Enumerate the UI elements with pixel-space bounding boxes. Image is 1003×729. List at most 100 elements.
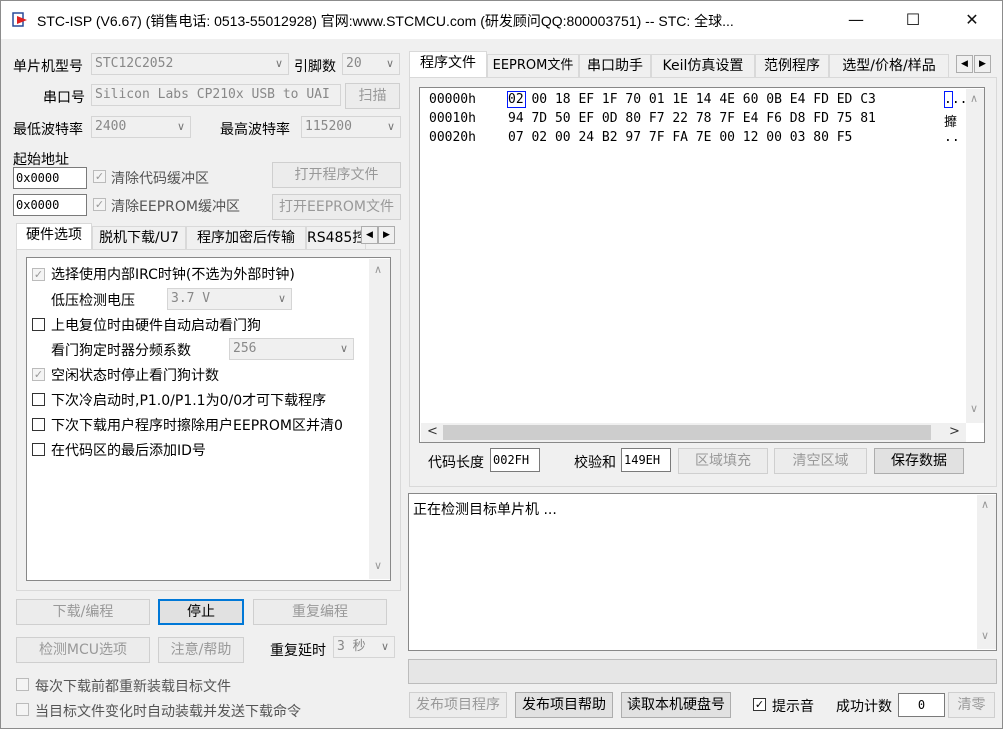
open-program-button[interactable]: 打开程序文件 — [272, 162, 401, 188]
download-button[interactable]: 下载/编程 — [16, 599, 150, 625]
repeat-delay-select[interactable]: 3 秒 ∨ — [333, 636, 395, 658]
min-baud-select[interactable]: 2400 ∨ — [91, 116, 191, 138]
help-button[interactable]: 注意/帮助 — [158, 637, 244, 663]
hex-addr: 00010h — [429, 111, 476, 126]
detect-mcu-button[interactable]: 检测MCU选项 — [16, 637, 150, 663]
tab-left-arrow-icon[interactable]: ◀ — [956, 55, 973, 73]
wdt-power-checkbox[interactable] — [32, 318, 45, 331]
port-select[interactable]: Silicon Labs CP210x USB to UAI — [91, 84, 341, 106]
success-count-value: 0 — [898, 693, 945, 717]
hex-hscrollbar[interactable]: < > — [421, 423, 966, 442]
clear-eeprom-label: 清除EEPROM缓冲区 — [111, 199, 240, 215]
tab-encrypt[interactable]: 程序加密后传输 — [186, 226, 306, 250]
fill-region-button[interactable]: 区域填充 — [678, 448, 768, 474]
hscroll-thumb[interactable] — [443, 425, 931, 440]
hex-vscrollbar[interactable]: ∧ ∨ — [966, 89, 984, 423]
tab-program-file[interactable]: 程序文件 — [409, 51, 487, 78]
tab-keil-settings[interactable]: Keil仿真设置 — [651, 54, 755, 78]
wdt-idle-checkbox[interactable]: ✓ — [32, 368, 45, 381]
scan-button[interactable]: 扫描 — [345, 83, 400, 109]
wdt-idle-option: 空闲状态时停止看门狗计数 — [51, 368, 219, 384]
success-count-label: 成功计数 — [836, 699, 892, 715]
close-button[interactable]: ✕ — [949, 1, 995, 39]
erase-eeprom-option: 下次下载用户程序时擦除用户EEPROM区并清0 — [51, 418, 343, 434]
clear-eeprom-checkbox[interactable]: ✓ — [93, 198, 106, 211]
repeat-delay-label: 重复延时 — [270, 643, 326, 659]
open-eeprom-button[interactable]: 打开EEPROM文件 — [272, 194, 401, 220]
pins-select[interactable]: 20 ∨ — [342, 53, 400, 75]
options-scrollbar[interactable]: ∧ ∨ — [369, 259, 390, 579]
app-icon — [12, 12, 27, 27]
pins-label: 引脚数 — [294, 59, 336, 75]
clear-region-button[interactable]: 清空区域 — [774, 448, 867, 474]
save-data-button[interactable]: 保存数据 — [874, 448, 964, 474]
hex-addr: 00000h — [429, 92, 476, 107]
reload-label: 每次下载前都重新装载目标文件 — [35, 679, 231, 695]
tab-right-arrow-icon[interactable]: ▶ — [974, 55, 991, 73]
scroll-down-icon: ∨ — [374, 559, 383, 572]
tab-right-arrow-icon[interactable]: ▶ — [378, 226, 395, 244]
tab-serial-assistant[interactable]: 串口助手 — [579, 54, 651, 78]
max-baud-label: 最高波特率 — [220, 122, 290, 138]
tab-examples[interactable]: 范例程序 — [755, 54, 829, 78]
chevron-down-icon: ∨ — [386, 120, 395, 133]
irc-checkbox[interactable]: ✓ — [32, 268, 45, 281]
right-tab-bar: 程序文件 EEPROM文件 串口助手 Keil仿真设置 范例程序 选型/价格/样… — [409, 51, 996, 78]
code-addr-input[interactable]: 0x0000 — [13, 167, 87, 189]
max-baud-select[interactable]: 115200 ∨ — [301, 116, 401, 138]
clear-code-label: 清除代码缓冲区 — [111, 171, 209, 187]
read-disk-button[interactable]: 读取本机硬盘号 — [621, 692, 731, 718]
add-id-option: 在代码区的最后添加ID号 — [51, 443, 206, 459]
reload-checkbox[interactable] — [16, 678, 29, 691]
auto-send-label: 当目标文件变化时自动装载并发送下载命令 — [35, 704, 301, 720]
mcu-type-label: 单片机型号 — [13, 59, 83, 75]
eeprom-addr-input[interactable]: 0x0000 — [13, 194, 87, 216]
hex-bytes: 02 00 18 EF 1F 70 01 1E 14 4E 60 0B E4 F… — [508, 92, 876, 107]
tab-left-arrow-icon[interactable]: ◀ — [361, 226, 378, 244]
tab-selection[interactable]: 选型/价格/样品 — [829, 54, 949, 78]
scroll-left-icon: < — [427, 424, 438, 439]
chevron-down-icon: ∨ — [176, 120, 185, 133]
hex-bytes: 07 02 00 24 B2 97 7F FA 7E 00 12 00 03 8… — [508, 130, 853, 145]
sound-checkbox[interactable]: ✓ — [753, 698, 766, 711]
auto-send-checkbox[interactable] — [16, 703, 29, 716]
add-id-checkbox[interactable] — [32, 443, 45, 456]
hex-ascii: .. — [944, 130, 960, 145]
hex-view[interactable]: 00000h 02 00 18 EF 1F 70 01 1E 14 4E 60 … — [419, 87, 985, 443]
tab-eeprom-file[interactable]: EEPROM文件 — [487, 54, 579, 78]
cold-boot-option: 下次冷启动时,P1.0/P1.1为0/0才可下载程序 — [51, 393, 327, 409]
clear-code-checkbox[interactable]: ✓ — [93, 170, 106, 183]
code-length-label: 代码长度 — [428, 455, 484, 471]
hex-addr: 00020h — [429, 130, 476, 145]
checksum-label: 校验和 — [574, 455, 616, 471]
status-log: 正在检测目标单片机 ... ∧ ∨ — [408, 493, 997, 651]
scroll-down-icon: ∨ — [981, 629, 990, 642]
min-baud-label: 最低波特率 — [13, 122, 83, 138]
publish-help-button[interactable]: 发布项目帮助 — [515, 692, 613, 718]
tab-hardware[interactable]: 硬件选项 — [16, 223, 92, 250]
tab-rs485[interactable]: RS485控 — [306, 226, 366, 250]
erase-eeprom-checkbox[interactable] — [32, 418, 45, 431]
reprogram-button[interactable]: 重复编程 — [253, 599, 387, 625]
chevron-down-icon: ∨ — [385, 57, 394, 70]
publish-program-button[interactable]: 发布项目程序 — [409, 692, 507, 718]
start-addr-label: 起始地址 — [13, 152, 69, 168]
wdt-div-select[interactable]: 256 ∨ — [229, 338, 354, 360]
hex-ascii: 攠 — [944, 115, 958, 130]
mcu-type-select[interactable]: STC12C2052 ∨ — [91, 53, 289, 75]
scroll-up-icon: ∧ — [374, 263, 383, 276]
cold-boot-checkbox[interactable] — [32, 393, 45, 406]
scroll-right-icon: > — [949, 424, 960, 439]
window-title: STC-ISP (V6.67) (销售电话: 0513-55012928) 官网… — [37, 13, 734, 29]
tab-offline-download[interactable]: 脱机下载/U7 — [92, 226, 186, 250]
progress-bar — [408, 659, 997, 684]
lvd-select[interactable]: 3.7 V ∨ — [167, 288, 292, 310]
log-scrollbar[interactable]: ∧ ∨ — [977, 495, 996, 649]
clear-count-button[interactable]: 清零 — [948, 692, 995, 718]
hex-cursor — [507, 91, 526, 108]
chevron-down-icon: ∨ — [380, 640, 389, 653]
maximize-button[interactable]: ☐ — [890, 1, 936, 39]
hex-bytes: 94 7D 50 EF 0D 80 F7 22 78 7F E4 F6 D8 F… — [508, 111, 876, 126]
stop-button[interactable]: 停止 — [158, 599, 244, 625]
minimize-button[interactable]: — — [833, 1, 879, 39]
